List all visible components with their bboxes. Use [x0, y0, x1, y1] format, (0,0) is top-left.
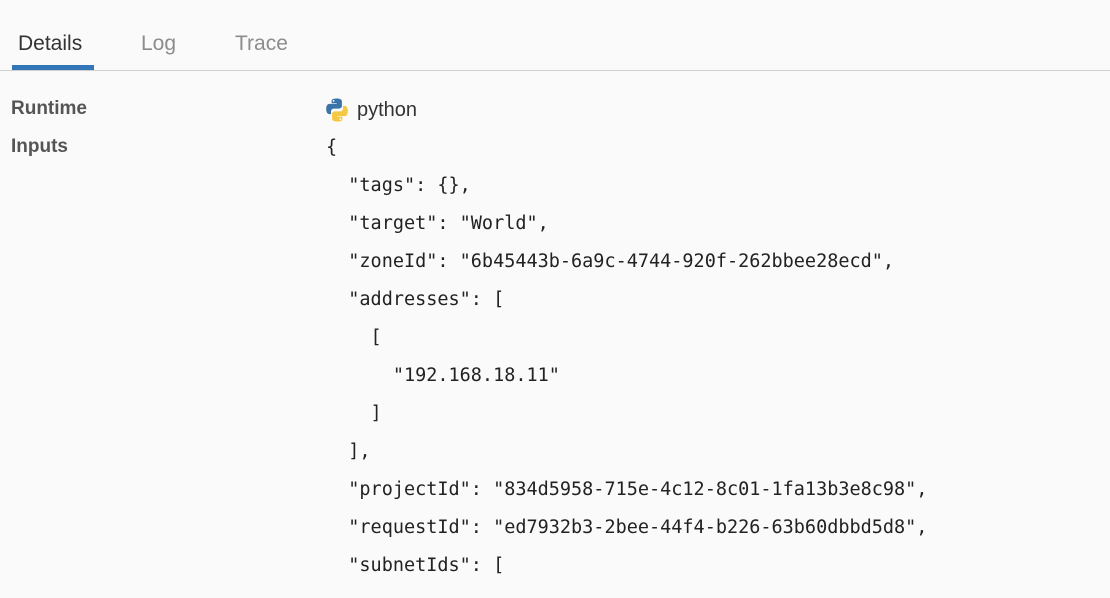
tab-bar: Details Log Trace — [0, 0, 1110, 71]
runtime-value-text: python — [357, 99, 418, 121]
tab-trace[interactable]: Trace — [235, 30, 288, 58]
python-logo-icon — [324, 97, 350, 123]
code-line: ], — [326, 441, 371, 462]
code-line: "projectId": "834d5958-715e-4c12-8c01-1f… — [326, 479, 928, 500]
code-line: ] — [326, 403, 382, 424]
runtime-value: python — [324, 96, 417, 124]
runtime-label: Runtime — [11, 98, 87, 119]
code-line: "addresses": [ — [326, 289, 505, 310]
code-line: "requestId": "ed7932b3-2bee-44f4-b226-63… — [326, 517, 928, 538]
code-line: "target": "World", — [326, 213, 549, 234]
code-line: "zoneId": "6b45443b-6a9c-4744-920f-262bb… — [326, 251, 895, 272]
code-line: "192.168.18.11" — [326, 365, 560, 386]
code-line: "subnetIds": [ — [326, 555, 505, 576]
code-line: { — [326, 137, 338, 158]
inputs-label: Inputs — [11, 136, 68, 157]
tab-log[interactable]: Log — [141, 30, 176, 58]
tab-details[interactable]: Details — [18, 30, 82, 58]
active-tab-indicator — [12, 65, 94, 70]
code-line: "tags": {}, — [326, 175, 471, 196]
inputs-json-block: { "tags": {}, "target": "World", "zoneId… — [326, 134, 927, 590]
code-line: [ — [326, 327, 382, 348]
